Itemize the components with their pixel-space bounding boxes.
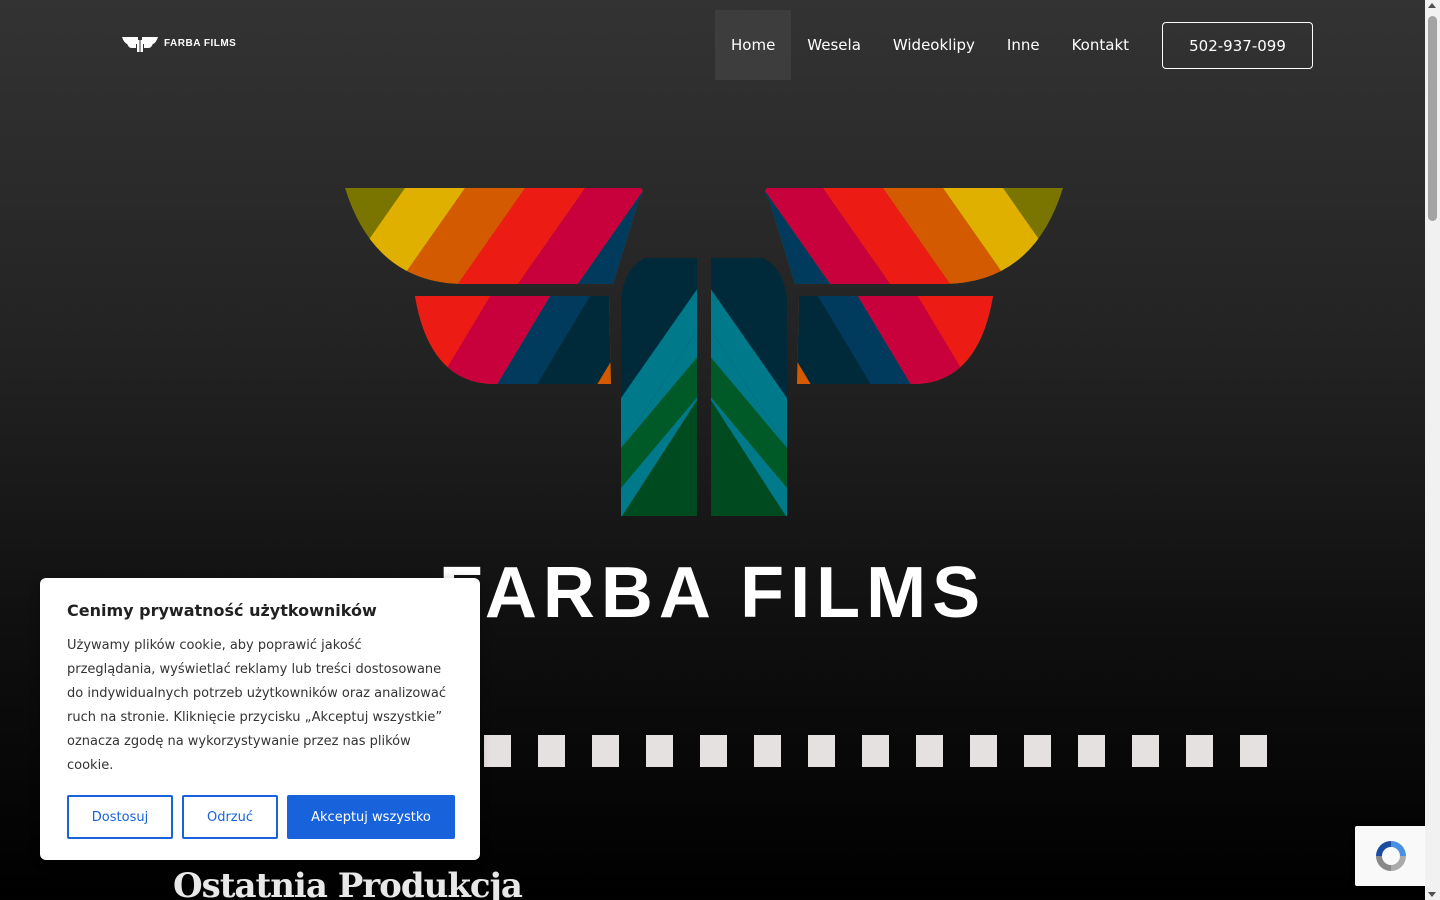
film-hole xyxy=(754,735,781,767)
scroll-down-arrow-icon[interactable] xyxy=(1428,892,1436,897)
film-hole xyxy=(700,735,727,767)
film-hole xyxy=(592,735,619,767)
scrollbar[interactable] xyxy=(1425,0,1440,900)
cookie-buttons: Dostosuj Odrzuć Akceptuj wszystko xyxy=(67,795,455,839)
logo-text: FARBA FILMS xyxy=(164,37,237,49)
film-hole xyxy=(970,735,997,767)
film-hole xyxy=(1132,735,1159,767)
film-hole xyxy=(808,735,835,767)
film-hole xyxy=(484,735,511,767)
film-hole xyxy=(1186,735,1213,767)
farba-butterfly-logo-icon xyxy=(122,37,158,52)
nav-item-inne[interactable]: Inne xyxy=(991,10,1056,80)
cookie-accept-button[interactable]: Akceptuj wszystko xyxy=(287,795,455,839)
nav-item-kontakt[interactable]: Kontakt xyxy=(1056,10,1145,80)
film-hole xyxy=(1240,735,1267,767)
recaptcha-icon xyxy=(1376,841,1406,871)
nav-item-home[interactable]: Home xyxy=(715,10,792,80)
film-hole xyxy=(646,735,673,767)
scroll-thumb[interactable] xyxy=(1428,16,1437,221)
phone-button[interactable]: 502-937-099 xyxy=(1162,22,1313,69)
site-logo[interactable]: FARBA FILMS xyxy=(122,34,236,52)
film-strip xyxy=(430,735,1267,767)
cookie-title: Cenimy prywatność użytkowników xyxy=(67,601,377,620)
hero-butterfly-logo xyxy=(345,188,1063,516)
scroll-up-arrow-icon[interactable] xyxy=(1428,3,1436,8)
section-heading: Ostatnia Produkcja xyxy=(173,866,523,900)
film-hole xyxy=(538,735,565,767)
film-hole xyxy=(862,735,889,767)
film-hole xyxy=(1078,735,1105,767)
film-hole xyxy=(1024,735,1051,767)
nav-item-wideoklipy[interactable]: Wideoklipy xyxy=(877,10,991,80)
main-nav: Home Wesela Wideoklipy Inne Kontakt xyxy=(715,10,1145,80)
cookie-banner: Cenimy prywatność użytkowników Używamy p… xyxy=(40,578,480,860)
film-hole xyxy=(916,735,943,767)
cookie-text: Używamy plików cookie, aby poprawić jako… xyxy=(67,638,447,773)
site-header: FARBA FILMS Home Wesela Wideoklipy Inne … xyxy=(0,0,1425,90)
cookie-reject-button[interactable]: Odrzuć xyxy=(182,795,278,839)
nav-item-wesela[interactable]: Wesela xyxy=(791,10,877,80)
cookie-customize-button[interactable]: Dostosuj xyxy=(67,795,173,839)
recaptcha-badge[interactable] xyxy=(1355,826,1427,886)
